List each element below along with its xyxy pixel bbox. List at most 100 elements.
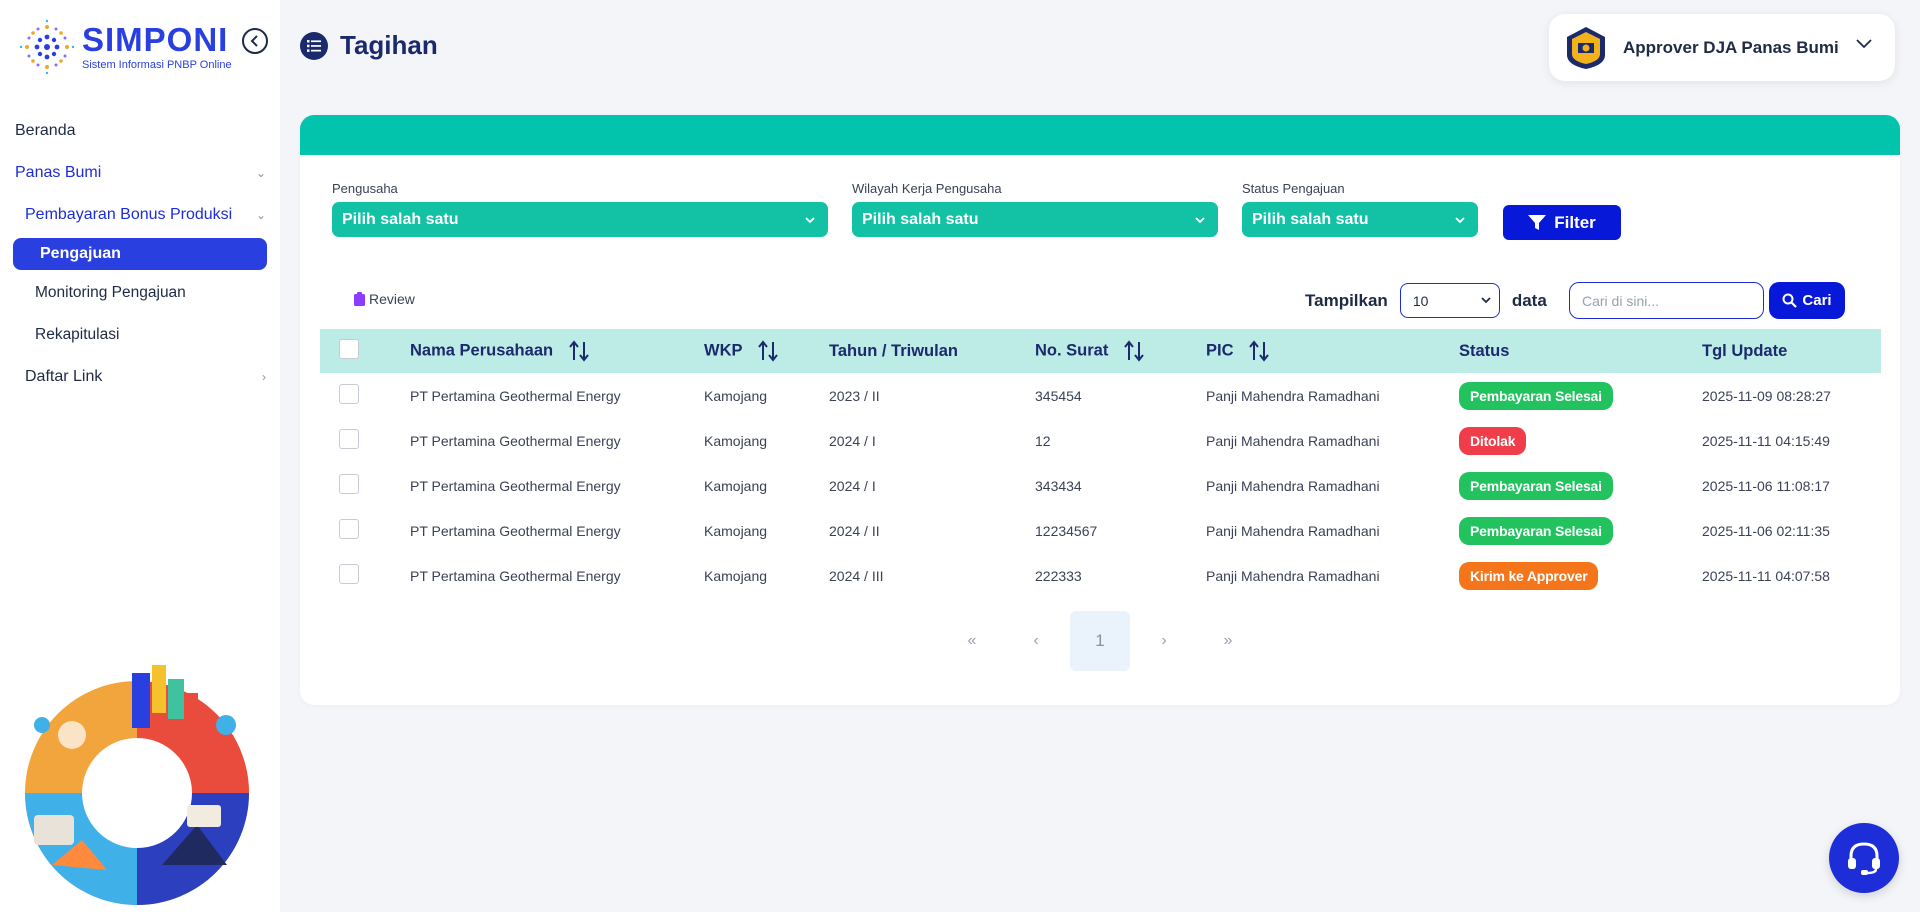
sort-icon (758, 340, 778, 362)
chevron-down-icon (1481, 297, 1491, 304)
search-button[interactable]: Cari (1769, 282, 1845, 319)
row-checkbox[interactable] (339, 384, 359, 404)
sidebar: SIMPONI Sistem Informasi PNBP Online Ber… (0, 0, 280, 912)
pengusaha-select-value: Pilih salah satu (342, 210, 459, 228)
page-title: Tagihan (340, 30, 438, 60)
cell-period: 2024 / II (829, 522, 880, 539)
sidebar-collapse-button[interactable] (242, 28, 268, 54)
cell-wkp: Kamojang (704, 567, 768, 584)
search-input[interactable] (1569, 282, 1764, 319)
page-header: Tagihan (300, 30, 438, 61)
sidebar-item-pengajuan[interactable]: Pengajuan (13, 238, 267, 270)
cell-letter-number: 12 (1035, 432, 1051, 449)
chevron-down-icon (1856, 39, 1872, 49)
cell-period: 2024 / I (829, 477, 876, 494)
filter-pengusaha-label: Pengusaha (332, 181, 398, 196)
pengusaha-select[interactable]: Pilih salah satu (332, 202, 828, 237)
filter-button-label: Filter (1554, 212, 1596, 232)
filter-pengusaha: Pengusaha Pilih salah satu (332, 181, 828, 237)
table-row[interactable]: PT Pertamina Geothermal Energy Kamojang … (320, 553, 1881, 598)
column-header-tgl-update: Tgl Update (1702, 329, 1881, 373)
table-row[interactable]: PT Pertamina Geothermal Energy Kamojang … (320, 418, 1881, 463)
cell-letter-number: 345454 (1035, 387, 1082, 404)
cell-wkp: Kamojang (704, 387, 768, 404)
first-page-button[interactable]: « (942, 611, 1002, 671)
filter-wkp-label: Wilayah Kerja Pengusaha (852, 181, 1002, 196)
cell-updated: 2025-11-11 04:15:49 (1702, 432, 1830, 449)
cell-period: 2024 / III (829, 567, 884, 584)
chevron-right-icon: › (262, 370, 266, 384)
cell-pic: Panji Mahendra Ramadhani (1206, 567, 1380, 584)
next-page-button[interactable]: › (1134, 611, 1194, 671)
column-header-pic[interactable]: PIC (1206, 329, 1459, 373)
last-page-button[interactable]: » (1198, 611, 1258, 671)
show-label: Tampilkan (1305, 290, 1388, 310)
row-checkbox[interactable] (339, 474, 359, 494)
sidebar-item-daftar-link[interactable]: Daftar Link › (0, 356, 280, 398)
status-badge: Pembayaran Selesai (1459, 471, 1613, 500)
cell-pic: Panji Mahendra Ramadhani (1206, 522, 1380, 539)
pagination: « ‹ 1 › » (300, 611, 1900, 671)
column-header-wkp[interactable]: WKP (704, 329, 829, 373)
filter-button[interactable]: Filter (1503, 205, 1621, 240)
row-checkbox[interactable] (339, 519, 359, 539)
user-name: Approver DJA Panas Bumi (1623, 37, 1839, 57)
cell-company: PT Pertamina Geothermal Energy (410, 432, 621, 449)
simponi-logo-icon (19, 19, 75, 75)
column-header-nama-perusahaan[interactable]: Nama Perusahaan (410, 329, 704, 373)
kemenkeu-emblem-icon (1567, 26, 1605, 69)
sidebar-item-monitoring-pengajuan[interactable]: Monitoring Pengajuan (0, 272, 280, 314)
sidebar-item-label: Pengajuan (40, 245, 121, 262)
chevron-down-icon (1455, 216, 1465, 223)
column-label: No. Surat (1035, 341, 1109, 360)
sidebar-item-label: Beranda (15, 122, 76, 139)
page-size-select[interactable]: 10 (1399, 283, 1500, 318)
user-menu[interactable]: Approver DJA Panas Bumi (1549, 14, 1895, 81)
cell-company: PT Pertamina Geothermal Energy (410, 477, 621, 494)
select-all-checkbox[interactable] (339, 338, 359, 359)
sidebar-item-pembayaran-bonus-produksi[interactable]: Pembayaran Bonus Produksi ⌄ (0, 194, 280, 236)
column-label: Tgl Update (1702, 341, 1788, 360)
status-badge: Pembayaran Selesai (1459, 381, 1613, 410)
row-checkbox[interactable] (339, 564, 359, 584)
cell-letter-number: 222333 (1035, 567, 1082, 584)
prev-page-button[interactable]: ‹ (1006, 611, 1066, 671)
chevron-down-icon (1195, 216, 1205, 223)
sidebar-item-label: Daftar Link (25, 368, 103, 385)
sidebar-item-label: Pembayaran Bonus Produksi (25, 206, 233, 223)
cell-wkp: Kamojang (704, 522, 768, 539)
sidebar-illustration (25, 665, 249, 905)
filter-wkp: Wilayah Kerja Pengusaha Pilih salah satu (852, 181, 1218, 237)
status-select-value: Pilih salah satu (1252, 210, 1369, 228)
column-label: WKP (704, 341, 743, 360)
table-row[interactable]: PT Pertamina Geothermal Energy Kamojang … (320, 463, 1881, 508)
sidebar-item-rekapitulasi[interactable]: Rekapitulasi (0, 314, 280, 356)
review-button[interactable]: Review (354, 291, 415, 307)
cell-company: PT Pertamina Geothermal Energy (410, 567, 621, 584)
search-button-label: Cari (1802, 292, 1832, 309)
cell-period: 2024 / I (829, 432, 876, 449)
brand-name: SIMPONI (82, 21, 229, 58)
show-suffix: data (1511, 290, 1547, 310)
status-badge: Kirim ke Approver (1459, 561, 1599, 590)
table-row[interactable]: PT Pertamina Geothermal Energy Kamojang … (320, 373, 1881, 418)
status-badge: Pembayaran Selesai (1459, 516, 1613, 545)
clipboard-icon (354, 292, 365, 306)
headset-icon (1848, 842, 1880, 875)
wkp-select[interactable]: Pilih salah satu (852, 202, 1218, 237)
sidebar-item-label: Panas Bumi (15, 164, 102, 181)
sidebar-item-beranda[interactable]: Beranda (0, 110, 280, 152)
page-button-current[interactable]: 1 (1070, 611, 1130, 671)
chevron-down-icon: ⌄ (255, 166, 266, 180)
table-row[interactable]: PT Pertamina Geothermal Energy Kamojang … (320, 508, 1881, 553)
cell-company: PT Pertamina Geothermal Energy (410, 522, 621, 539)
row-checkbox[interactable] (339, 429, 359, 449)
brand[interactable]: SIMPONI Sistem Informasi PNBP Online (18, 18, 232, 76)
help-support-button[interactable] (1829, 823, 1899, 893)
sidebar-item-panas-bumi[interactable]: Panas Bumi ⌄ (0, 152, 280, 194)
cell-letter-number: 12234567 (1035, 522, 1098, 539)
brand-subtitle: Sistem Informasi PNBP Online (82, 59, 232, 71)
column-header-no-surat[interactable]: No. Surat (1035, 329, 1206, 373)
tagihan-table: Nama Perusahaan WKP Tahun / Triwulan No.… (320, 329, 1881, 598)
status-select[interactable]: Pilih salah satu (1242, 202, 1478, 237)
